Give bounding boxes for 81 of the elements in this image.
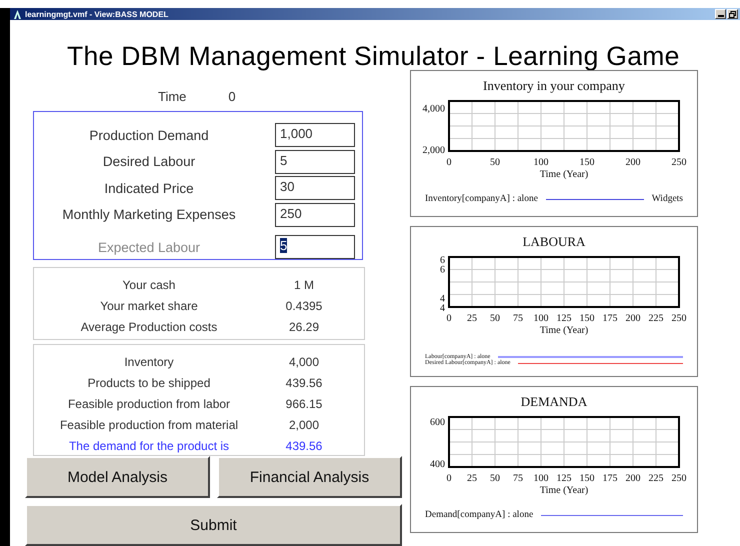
- input-field[interactable]: 250: [275, 202, 355, 227]
- y-tick-label: 600: [430, 417, 445, 428]
- stat-label: The demand for the product is: [68, 438, 230, 452]
- field-label: Production Demand: [88, 128, 210, 143]
- stat-label: Feasible production from labor: [66, 396, 232, 410]
- y-tick-label: 6: [440, 264, 445, 276]
- y-tick-label: 2,000: [422, 144, 445, 156]
- legend-unit: Widgets: [652, 194, 683, 204]
- action-button[interactable]: Financial Analysis: [217, 456, 402, 498]
- input-field[interactable]: 1,000: [275, 123, 355, 148]
- x-tick-label: 175: [602, 313, 618, 324]
- x-tick-label: 225: [648, 473, 664, 484]
- x-tick-label: 50: [490, 473, 500, 484]
- stat-value: 4,000: [288, 354, 320, 368]
- y-tick-label: 6: [440, 254, 445, 266]
- x-tick-label: 250: [672, 473, 686, 484]
- x-tick-label: 100: [534, 157, 548, 168]
- x-axis-label: Time (Year): [540, 325, 588, 336]
- x-tick-label: 0: [446, 313, 452, 324]
- chart-title: DEMANDA: [520, 394, 588, 410]
- stat-value: 26.29: [288, 320, 320, 334]
- x-tick-label: 0: [446, 473, 452, 484]
- stat-value: 0.4395: [284, 298, 324, 312]
- field-label: Indicated Price: [103, 180, 195, 196]
- stat-value: 439.56: [284, 376, 324, 390]
- x-tick-label: 50: [490, 157, 500, 168]
- y-tick-label: 4: [440, 303, 445, 314]
- field-label: Desired Labour: [102, 154, 196, 170]
- time-value: 0: [228, 88, 236, 104]
- stat-value: 2,000: [288, 418, 320, 432]
- x-tick-label: 175: [602, 473, 618, 484]
- restore-button[interactable]: [727, 9, 738, 19]
- input-field[interactable]: 30: [275, 176, 355, 200]
- stat-label: Average Production costs: [80, 320, 218, 334]
- legend-label: Demand[companyA] : alone: [425, 510, 534, 520]
- legend-label: Inventory[companyA] : alone: [425, 194, 538, 204]
- x-tick-label: 75: [513, 473, 523, 484]
- x-axis-label: Time (Year): [540, 169, 588, 180]
- x-tick-label: 100: [534, 313, 548, 324]
- app-icon: [14, 10, 21, 18]
- chart-title: LABOURA: [522, 234, 586, 250]
- y-tick-label: 4: [440, 293, 445, 304]
- x-tick-label: 50: [490, 313, 500, 324]
- window-title: learningmgt.vmf - View:BASS MODEL: [25, 10, 168, 18]
- x-axis-label: Time (Year): [540, 485, 588, 496]
- stat-label: Feasible production from material: [58, 418, 240, 432]
- stat-label: Your cash: [122, 278, 176, 292]
- stat-value: 1 M: [292, 278, 315, 292]
- stat-label: Inventory: [123, 354, 175, 368]
- x-tick-label: 0: [446, 157, 452, 168]
- action-button[interactable]: Model Analysis: [25, 456, 210, 498]
- x-tick-label: 200: [626, 473, 640, 484]
- time-label: Time: [158, 88, 186, 104]
- restore-icon: [729, 10, 736, 18]
- stat-value: 966.15: [284, 396, 324, 410]
- stat-label: Products to be shipped: [86, 376, 212, 390]
- x-tick-label: 150: [580, 313, 594, 324]
- stat-label: Your market share: [99, 298, 199, 312]
- field-label: Expected Labour: [96, 240, 202, 255]
- x-tick-label: 225: [648, 313, 664, 324]
- y-tick-label: 400: [430, 458, 445, 470]
- page-title: The DBM Management Simulator - Learning Game: [67, 41, 681, 73]
- y-tick-label: 4,000: [422, 103, 445, 114]
- x-tick-label: 125: [556, 473, 572, 484]
- x-tick-label: 125: [556, 313, 572, 324]
- chart-title: Inventory in your company: [482, 78, 626, 94]
- x-tick-label: 150: [580, 157, 594, 168]
- x-tick-label: 25: [467, 473, 477, 484]
- x-tick-label: 25: [467, 313, 477, 324]
- action-button[interactable]: Submit: [25, 504, 402, 546]
- x-tick-label: 200: [626, 313, 640, 324]
- x-tick-label: 200: [626, 157, 640, 168]
- input-field[interactable]: 5: [275, 150, 355, 174]
- stat-value: 439.56: [284, 438, 324, 452]
- x-tick-label: 250: [672, 313, 686, 324]
- x-tick-label: 250: [672, 157, 686, 168]
- minimize-button[interactable]: [715, 9, 726, 19]
- x-tick-label: 150: [580, 473, 594, 484]
- x-tick-label: 75: [513, 313, 523, 324]
- x-tick-label: 100: [534, 473, 548, 484]
- field-label: Monthly Marketing Expenses: [61, 207, 237, 222]
